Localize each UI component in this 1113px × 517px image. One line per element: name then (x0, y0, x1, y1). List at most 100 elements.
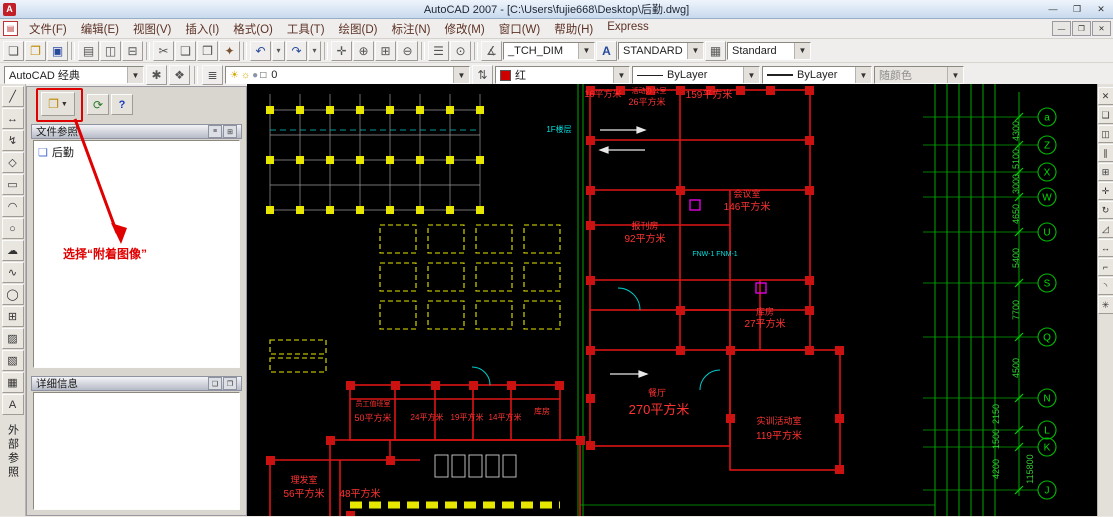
help-button[interactable]: ? (111, 94, 133, 115)
menu-item-插入I[interactable]: 插入(I) (178, 19, 226, 39)
child-close-button[interactable]: ✕ (1092, 21, 1111, 36)
menu-item-文件F[interactable]: 文件(F) (22, 19, 74, 39)
match-properties-button[interactable]: ✦ (219, 41, 240, 61)
revision-cloud-tool-icon[interactable]: ☁ (2, 240, 24, 261)
menu-item-视图V[interactable]: 视图(V) (126, 19, 178, 39)
explode-tool-icon[interactable]: ✳ (1098, 296, 1113, 314)
spline-tool-icon[interactable]: ∿ (2, 262, 24, 283)
cut-button[interactable]: ✂ (153, 41, 174, 61)
properties-button[interactable]: ☰ (428, 41, 449, 61)
mtext-tool-icon[interactable]: A (2, 394, 24, 415)
menu-item-帮助H[interactable]: 帮助(H) (547, 19, 600, 39)
chevron-down-icon[interactable]: ▼ (61, 101, 68, 108)
open-button[interactable]: ❐ (25, 41, 46, 61)
construction-line-tool-icon[interactable]: ↔ (2, 108, 24, 129)
reference-tree-item[interactable]: ❏ 后勤 (34, 141, 239, 163)
layer-states-button[interactable]: ⇅ (472, 65, 493, 85)
preview-view-button[interactable]: ❐ (223, 377, 237, 390)
plot-button[interactable]: ▤ (78, 41, 99, 61)
menu-item-窗口W[interactable]: 窗口(W) (492, 19, 548, 39)
chevron-down-icon[interactable]: ▼ (127, 67, 143, 83)
refresh-button[interactable]: ⟳ (87, 94, 109, 115)
circle-tool-icon[interactable]: ○ (2, 218, 24, 239)
copy-button[interactable]: ❑ (175, 41, 196, 61)
undo-button[interactable]: ↶ (250, 41, 271, 61)
linetype-combo[interactable]: ByLayer ▼ (632, 66, 760, 84)
move-tool-icon[interactable]: ✛ (1098, 182, 1113, 200)
chevron-down-icon[interactable]: ▼ (613, 67, 629, 83)
chevron-down-icon[interactable]: ▼ (794, 43, 810, 59)
ellipse-tool-icon[interactable]: ◯ (2, 284, 24, 305)
dim-style-icon[interactable]: ∡ (481, 41, 502, 61)
zoom-window-button[interactable]: ⊞ (375, 41, 396, 61)
zoom-realtime-button[interactable]: ⊕ (353, 41, 374, 61)
line-tool-icon[interactable]: ╱ (2, 86, 24, 107)
trim-tool-icon[interactable]: ⌐ (1098, 258, 1113, 276)
table-style-combo[interactable]: Standard ▼ (727, 42, 811, 60)
details-view-button[interactable]: ❑ (208, 377, 222, 390)
chevron-down-icon[interactable]: ▼ (855, 67, 871, 83)
chevron-down-icon[interactable]: ▼ (578, 43, 594, 59)
layer-combo[interactable]: ☀☼●□ 0 ▼ (225, 66, 470, 84)
workspace-combo[interactable]: AutoCAD 经典 ▼ (4, 66, 144, 84)
tree-view-button[interactable]: ⊞ (223, 125, 237, 138)
plot-preview-button[interactable]: ◫ (100, 41, 121, 61)
drawing-canvas[interactable]: aZXWUSQNLKJ43005100300046505400770045002… (247, 84, 1097, 516)
qnew-button[interactable]: ❏ (3, 41, 24, 61)
menu-item-工具T[interactable]: 工具(T) (280, 19, 332, 39)
child-restore-button[interactable]: ❐ (1072, 21, 1091, 36)
scale-tool-icon[interactable]: ◿ (1098, 220, 1113, 238)
table-style-icon[interactable]: ▦ (705, 41, 726, 61)
chevron-down-icon[interactable]: ▼ (743, 67, 759, 83)
lineweight-combo[interactable]: ByLayer ▼ (762, 66, 872, 84)
insert-block-tool-icon[interactable]: ⊞ (2, 306, 24, 327)
save-button[interactable]: ▣ (47, 41, 68, 61)
array-tool-icon[interactable]: ⊞ (1098, 163, 1113, 181)
menu-item-格式O[interactable]: 格式(O) (226, 19, 280, 39)
child-minimize-button[interactable]: — (1052, 21, 1071, 36)
chevron-down-icon[interactable]: ▼ (453, 67, 469, 83)
redo-button[interactable]: ↷ (286, 41, 307, 61)
menu-item-修改M[interactable]: 修改(M) (437, 19, 491, 39)
details-panel[interactable] (33, 392, 240, 510)
zoom-previous-button[interactable]: ⊖ (397, 41, 418, 61)
rotate-tool-icon[interactable]: ↻ (1098, 201, 1113, 219)
dim-style-combo[interactable]: _TCH_DIM ▼ (503, 42, 595, 60)
workspace-settings-button[interactable]: ✱ (146, 65, 167, 85)
attach-reference-button[interactable]: ❐▼ (41, 92, 75, 116)
color-combo[interactable]: 红 ▼ (495, 66, 630, 84)
maximize-button[interactable]: ❐ (1065, 2, 1089, 17)
erase-tool-icon[interactable]: ✕ (1098, 87, 1113, 105)
hatch-tool-icon[interactable]: ▨ (2, 328, 24, 349)
close-button[interactable]: ✕ (1089, 2, 1113, 17)
menu-item-编辑E[interactable]: 编辑(E) (74, 19, 126, 39)
menu-item-Express[interactable]: Express (600, 19, 656, 39)
designcenter-button[interactable]: ⊙ (450, 41, 471, 61)
text-style-combo[interactable]: STANDARD ▼ (618, 42, 704, 60)
stretch-tool-icon[interactable]: ↔ (1098, 239, 1113, 257)
layer-properties-button[interactable]: ≣ (202, 65, 223, 85)
chevron-down-icon[interactable]: ▼ (687, 43, 703, 59)
text-style-icon[interactable]: A (596, 41, 617, 61)
menu-item-标注N[interactable]: 标注(N) (385, 19, 438, 39)
menu-item-绘图D[interactable]: 绘图(D) (332, 19, 385, 39)
palette-vertical-title[interactable]: 外部参照 (5, 424, 21, 480)
redo-options-button[interactable]: ▾ (308, 41, 321, 61)
undo-options-button[interactable]: ▾ (272, 41, 285, 61)
table-tool-icon[interactable]: ▦ (2, 372, 24, 393)
copy-object-tool-icon[interactable]: ❑ (1098, 106, 1113, 124)
minimize-button[interactable]: — (1041, 2, 1065, 17)
polygon-tool-icon[interactable]: ◇ (2, 152, 24, 173)
arc-tool-icon[interactable]: ◠ (2, 196, 24, 217)
fillet-tool-icon[interactable]: ◝ (1098, 277, 1113, 295)
polyline-tool-icon[interactable]: ↯ (2, 130, 24, 151)
publish-button[interactable]: ⊟ (122, 41, 143, 61)
offset-tool-icon[interactable]: ∥ (1098, 144, 1113, 162)
rectangle-tool-icon[interactable]: ▭ (2, 174, 24, 195)
workspace-save-button[interactable]: ❖ (169, 65, 190, 85)
list-view-button[interactable]: ≡ (208, 125, 222, 138)
mirror-tool-icon[interactable]: ◫ (1098, 125, 1113, 143)
pan-button[interactable]: ✛ (331, 41, 352, 61)
gradient-tool-icon[interactable]: ▧ (2, 350, 24, 371)
paste-button[interactable]: ❒ (197, 41, 218, 61)
